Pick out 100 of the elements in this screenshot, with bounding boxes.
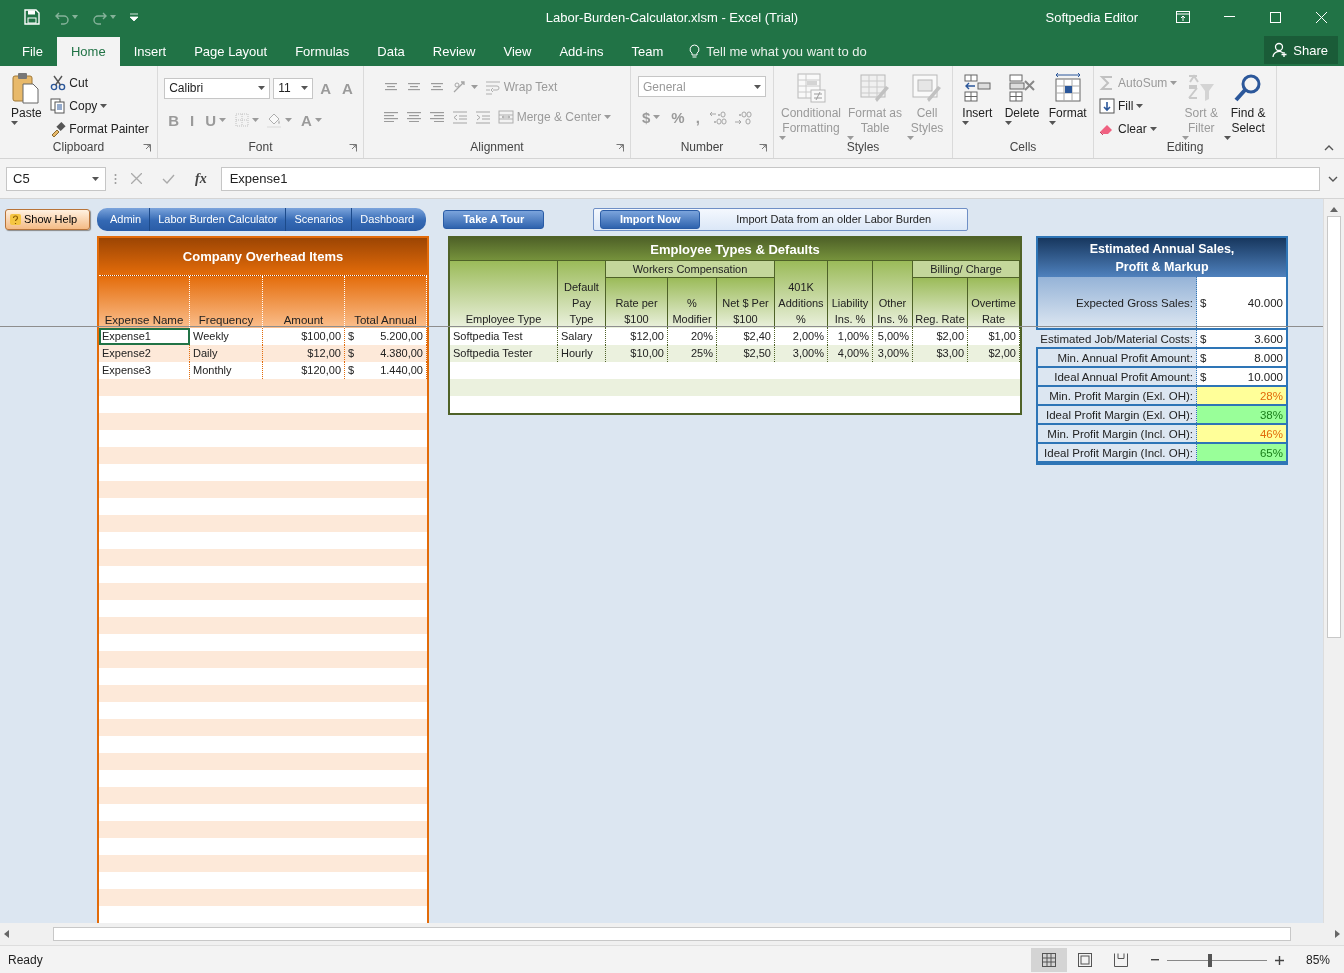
value-cell[interactable]: $ 10.000 (1197, 368, 1286, 385)
group-label: Number (680, 140, 724, 156)
formula-field[interactable]: Expense1 (220, 166, 1320, 191)
decimal-decrease-icon (733, 109, 752, 125)
copy-button[interactable]: Copy (48, 95, 151, 117)
close-icon (1315, 11, 1327, 23)
caret-icon (907, 136, 914, 140)
value-cell: 38% (1197, 406, 1286, 423)
ribbon-tab[interactable]: Data (363, 37, 419, 66)
launcher-icon (759, 144, 767, 152)
save-button[interactable] (22, 7, 42, 27)
paste-button[interactable]: Paste (6, 72, 47, 125)
slider-thumb[interactable] (1207, 953, 1212, 967)
paintbrush-icon (50, 121, 67, 137)
ribbon-tab[interactable]: Team (617, 37, 678, 66)
import-description: Import Data from an older Labor Burden (735, 213, 933, 225)
group-label: Editing (1166, 140, 1204, 156)
horizontal-scrollbar[interactable] (0, 923, 1344, 945)
ribbon-tab[interactable]: Page Layout (180, 37, 282, 66)
merge-cells-icon (497, 109, 514, 125)
find-select-button[interactable]: Find & Select (1223, 72, 1273, 140)
column-group-header: Billing/ Charge (913, 260, 1020, 277)
cut-button[interactable]: Cut (48, 72, 151, 94)
value-cell[interactable]: $ 40.000 (1197, 277, 1286, 328)
ribbon-tab[interactable]: Formulas (281, 37, 364, 66)
caret-icon (1048, 121, 1056, 125)
caret-icon (1170, 81, 1178, 85)
tell-me-search[interactable]: Tell me what you want to do (706, 44, 867, 59)
group-label: Cells (1009, 140, 1037, 156)
share-button[interactable]: Share (1264, 36, 1338, 64)
table-cell[interactable]: Expense2 (99, 345, 190, 362)
table-cell: $2,50 (717, 345, 775, 362)
zoom-level: 85% (1305, 953, 1330, 967)
customize-toolbar-button[interactable] (128, 11, 140, 23)
format-painter-button[interactable]: Format Painter (48, 118, 151, 140)
nav-button[interactable]: Admin (97, 207, 151, 231)
ribbon-tab[interactable]: File (8, 37, 57, 66)
format-button[interactable]: Format (1045, 72, 1090, 125)
table-cell[interactable]: Expense1 (99, 328, 190, 345)
caret-icon (110, 15, 116, 19)
page-layout-icon (1077, 953, 1092, 967)
vertical-scrollbar[interactable] (1323, 199, 1344, 923)
column-header: Net $ Per $100 (717, 277, 775, 328)
caret-icon (1136, 104, 1144, 108)
take-tour-button[interactable]: Take A Tour (443, 209, 545, 229)
launcher-icon (349, 144, 357, 152)
plus-icon (1274, 955, 1284, 965)
clear-button[interactable]: Clear (1097, 118, 1180, 140)
column-header: Employee Type (450, 260, 558, 328)
ribbon-tab[interactable]: Home (56, 37, 120, 66)
caret-icon (1004, 121, 1012, 125)
scroll-thumb[interactable] (53, 927, 1291, 941)
customize-icon (130, 13, 138, 21)
panel-title: Estimated Annual Sales, Profit & Markup (1036, 238, 1286, 277)
dialog-launcher-button[interactable] (347, 143, 359, 153)
status-text: Ready (8, 953, 43, 967)
wrap-text-icon (484, 79, 501, 95)
table-cell: Softpedia Tester (450, 345, 558, 362)
zoom-out-button[interactable] (1148, 958, 1161, 962)
dialog-launcher-button[interactable] (141, 143, 153, 153)
ribbon-tab[interactable]: View (489, 37, 546, 66)
caret-icon (1224, 136, 1232, 140)
delete-button[interactable]: Delete (1000, 72, 1044, 125)
insert-button[interactable]: Insert (956, 72, 999, 125)
caret-icon (285, 118, 292, 122)
font-size-field[interactable]: 11 (273, 77, 314, 99)
align-center-icon (405, 111, 422, 123)
import-now-button[interactable]: Import Now (600, 209, 701, 229)
clipboard-icon (11, 72, 42, 104)
align-right-icon (428, 111, 445, 123)
dialog-launcher-button[interactable] (757, 143, 769, 153)
group-label: Clipboard (52, 140, 105, 156)
ribbon-tab[interactable]: Review (418, 37, 490, 66)
caret-icon (847, 136, 854, 140)
ribbon-tab[interactable]: Add-ins (545, 37, 618, 66)
nav-button[interactable]: Labor Burden Calculator (150, 207, 287, 231)
sigma-icon (1099, 75, 1115, 91)
collapse-ribbon-button[interactable] (1322, 144, 1336, 152)
fill-button[interactable]: Fill (1097, 95, 1180, 117)
ribbon-tab[interactable]: Insert (119, 37, 181, 66)
scroll-thumb[interactable] (1327, 216, 1341, 638)
caret-icon (72, 15, 78, 19)
value-cell[interactable]: $ 8.000 (1197, 349, 1286, 366)
column-header: Frequency (190, 276, 263, 328)
text-angle-icon (451, 79, 468, 95)
zoom-in-button[interactable] (1272, 954, 1286, 966)
caret-icon (252, 118, 259, 122)
value-cell[interactable]: $ 3.600 (1197, 330, 1286, 347)
show-help-button[interactable]: Show Help (5, 208, 90, 230)
font-name-field[interactable]: Calibri (164, 77, 271, 99)
nav-button[interactable]: Scenarios (286, 207, 353, 231)
name-box[interactable]: C5 (6, 166, 106, 191)
group-label: Styles (846, 140, 880, 156)
nav-button[interactable]: Dashboard (352, 207, 427, 231)
view-button[interactable] (1030, 948, 1067, 972)
caret-icon (604, 115, 612, 119)
insert-function-button[interactable]: fx (189, 170, 213, 187)
table-title: Employee Types & Defaults (450, 238, 1020, 260)
copy-icon (50, 98, 67, 114)
dialog-launcher-button[interactable] (614, 143, 626, 153)
